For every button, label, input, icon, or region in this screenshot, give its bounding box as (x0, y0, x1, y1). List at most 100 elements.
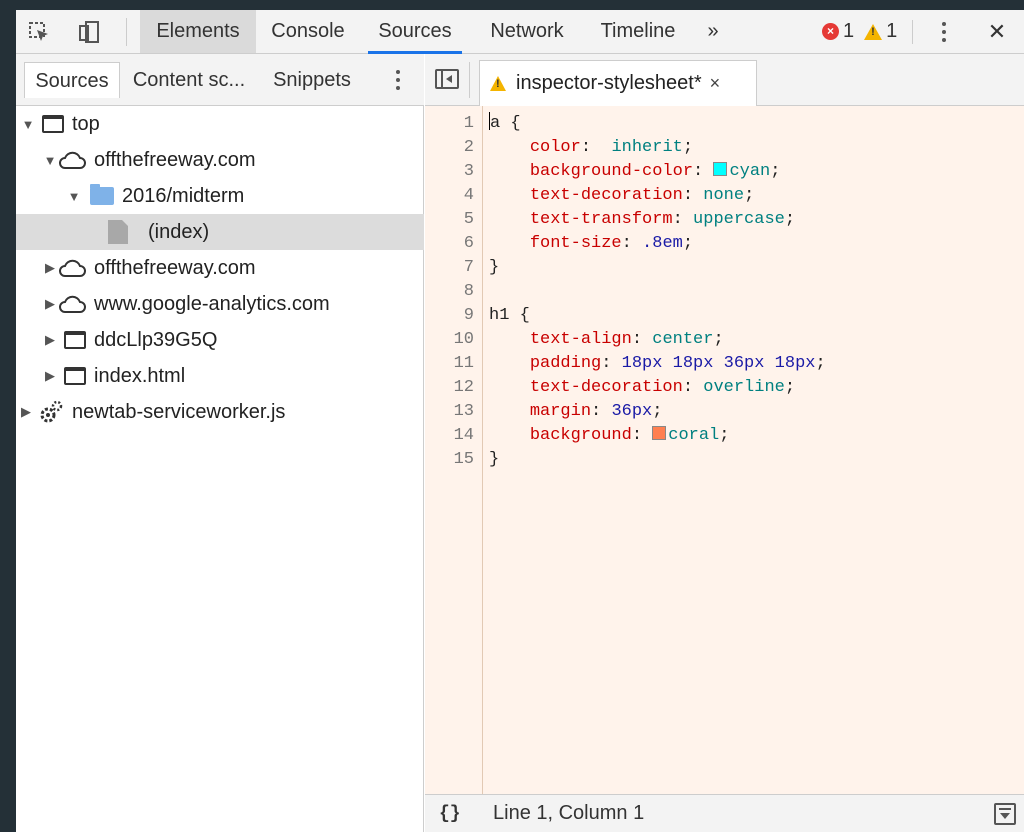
line-number: 12 (453, 378, 474, 397)
toggle-navigator-icon[interactable] (435, 69, 459, 89)
close-devtools-button[interactable]: ✕ (982, 10, 1012, 53)
collapse-arrow-icon[interactable]: ▶ (42, 332, 58, 348)
frame-icon (64, 367, 86, 385)
tab-elements[interactable]: Elements (140, 10, 256, 53)
code-line: color: inherit; (529, 138, 694, 157)
warning-count: 1 (886, 20, 898, 42)
line-number: 10 (453, 330, 474, 349)
tree-item-worker[interactable]: ▶ newtab-serviceworker.js (16, 394, 424, 430)
inspect-element-icon[interactable] (26, 19, 52, 45)
css-value: overline (703, 378, 785, 397)
cloud-icon (59, 295, 86, 313)
tabs-overflow-button[interactable]: » (698, 10, 728, 53)
tree-item-label: index.html (94, 364, 186, 387)
code-line: a { (489, 112, 521, 136)
css-value: center (652, 330, 714, 349)
cursor-position: Line 1, Column 1 (493, 802, 645, 824)
color-swatch[interactable] (713, 162, 728, 176)
editor-panel: inspector-stylesheet* × 1234567891011121… (425, 54, 1024, 832)
code-text: } (489, 450, 500, 469)
collapse-arrow-icon[interactable]: ▶ (42, 260, 58, 276)
tab-sources-nav[interactable]: Sources (24, 62, 120, 98)
css-property: text-transform (529, 210, 673, 229)
code-line: text-align: center; (529, 330, 724, 349)
tab-content-scripts[interactable]: Content sc... (124, 62, 254, 98)
tree-item-domain[interactable]: ▶ offthefreeway.com (16, 250, 424, 286)
collapse-arrow-icon[interactable]: ▶ (42, 296, 58, 312)
line-number: 14 (453, 426, 474, 445)
tree-item-frame[interactable]: ▶ ddcLlp39G5Q (16, 322, 424, 358)
expand-arrow-icon[interactable]: ▼ (66, 189, 82, 204)
css-property: background (529, 426, 632, 445)
css-property: font-size (529, 234, 622, 253)
tree-item-top[interactable]: ▼ top (16, 106, 424, 142)
tab-sources[interactable]: Sources (368, 10, 462, 54)
tree-item-domain[interactable]: ▶ www.google-analytics.com (16, 286, 424, 322)
gear-icon (40, 400, 63, 423)
collapse-arrow-icon[interactable]: ▶ (18, 404, 34, 420)
code-line: } (489, 448, 499, 472)
folder-icon (90, 184, 114, 205)
css-value: inherit (611, 138, 683, 157)
code-line: font-size: .8em; (529, 234, 694, 253)
code-line: background-color: cyan; (529, 162, 781, 181)
warning-icon (864, 23, 883, 40)
css-property: padding (529, 354, 602, 373)
line-number: 5 (463, 210, 474, 229)
css-value: 36px (611, 402, 653, 421)
tree-item-domain[interactable]: ▼ offthefreeway.com (16, 142, 424, 178)
tree-item-folder[interactable]: ▼ 2016/midterm (16, 178, 424, 214)
code-text: h1 { (489, 306, 530, 325)
css-property: text-decoration (529, 378, 683, 397)
error-count: 1 (843, 20, 855, 42)
tab-console[interactable]: Console (262, 10, 354, 53)
toolbar-divider (912, 20, 913, 44)
css-property: color (529, 138, 581, 157)
tree-item-label: (index) (148, 220, 210, 243)
line-number: 11 (453, 354, 474, 373)
pretty-print-button[interactable]: {} (439, 804, 479, 824)
code-line: background: coral; (529, 426, 730, 445)
tab-timeline[interactable]: Timeline (588, 10, 688, 53)
css-value: .8em (642, 234, 683, 253)
error-warning-counter[interactable]: × 1 1 (822, 10, 897, 53)
warning-icon (490, 76, 506, 91)
expand-arrow-icon[interactable]: ▼ (42, 153, 58, 168)
color-swatch[interactable] (652, 426, 667, 440)
cloud-icon (59, 259, 86, 277)
toggle-drawer-icon[interactable] (994, 803, 1016, 825)
code-line: text-decoration: overline; (529, 378, 796, 397)
tab-network[interactable]: Network (476, 10, 578, 53)
tree-item-label: ddcLlp39G5Q (94, 328, 218, 351)
line-number: 4 (463, 186, 474, 205)
line-number: 8 (463, 282, 474, 301)
file-icon (108, 220, 128, 244)
css-property: text-decoration (529, 186, 683, 205)
tab-snippets[interactable]: Snippets (264, 62, 360, 98)
code-line: h1 { (489, 304, 530, 328)
close-tab-icon[interactable]: × (710, 73, 721, 94)
tree-item-file[interactable]: (index) (16, 214, 424, 250)
navigator-menu-icon[interactable] (388, 64, 408, 96)
navigator-panel: Sources Content sc... Snippets ▼ top ▼ o… (16, 54, 424, 832)
css-value: none (703, 186, 745, 205)
code-line: text-transform: uppercase; (529, 210, 796, 229)
frame-icon (64, 331, 86, 349)
main-toolbar: Elements Console Sources Network Timelin… (16, 10, 1024, 54)
code-text: } (489, 258, 500, 277)
css-value: coral (668, 426, 720, 445)
customize-menu-icon[interactable] (934, 16, 954, 48)
editor-tab-inspector-stylesheet[interactable]: inspector-stylesheet* × (479, 60, 757, 106)
expand-arrow-icon[interactable]: ▼ (20, 117, 36, 132)
code-editor[interactable]: 1 2 3 4 5 6 7 8 9 10 11 12 13 14 15 a { color: inherit… (425, 106, 1024, 794)
css-property: text-align (529, 330, 632, 349)
css-value: uppercase (693, 210, 785, 229)
device-toolbar-icon[interactable] (76, 19, 102, 45)
line-number: 6 (463, 234, 474, 253)
collapse-arrow-icon[interactable]: ▶ (42, 368, 58, 384)
css-property: background-color (529, 162, 694, 181)
code-line: padding: 18px 18px 36px 18px; (529, 354, 826, 373)
error-icon: × (822, 23, 839, 40)
tree-item-frame[interactable]: ▶ index.html (16, 358, 424, 394)
editor-status-bar: {} Line 1, Column 1 (425, 794, 1024, 832)
